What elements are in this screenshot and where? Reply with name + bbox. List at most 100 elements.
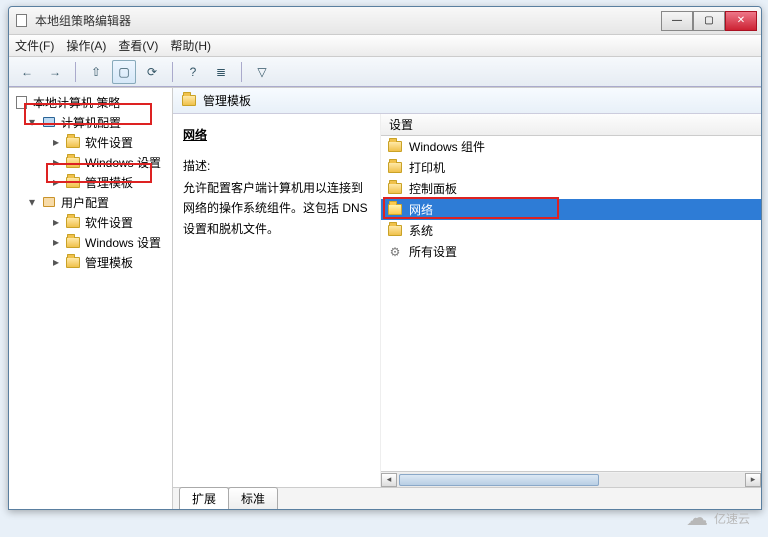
scroll-right-button[interactable]: ▸ bbox=[745, 473, 761, 487]
toolbar-separator bbox=[172, 62, 173, 82]
folder-icon bbox=[65, 154, 81, 170]
list-item-label: 控制面板 bbox=[409, 180, 457, 197]
folder-icon bbox=[65, 134, 81, 150]
folder-icon bbox=[65, 214, 81, 230]
toolbar-separator bbox=[241, 62, 242, 82]
list-item-label: 所有设置 bbox=[409, 243, 457, 260]
properties-button[interactable]: ▢ bbox=[112, 60, 136, 84]
tree-label: 计算机配置 bbox=[61, 114, 121, 131]
watermark: ☁ 亿速云 bbox=[686, 505, 750, 531]
list-item[interactable]: 系统 bbox=[381, 220, 761, 241]
list-item-label: 网络 bbox=[409, 201, 433, 218]
expand-icon[interactable]: ▸ bbox=[51, 155, 61, 169]
window-title: 本地组策略编辑器 bbox=[35, 12, 661, 29]
tree-software-settings[interactable]: ▸ 软件设置 bbox=[11, 132, 170, 152]
tree-user-admin[interactable]: ▸ 管理模板 bbox=[11, 252, 170, 272]
main-pane: 管理模板 网络 描述: 允许配置客户端计算机用以连接到网络的操作系统组件。这包括… bbox=[173, 88, 761, 509]
tree-user-software[interactable]: ▸ 软件设置 bbox=[11, 212, 170, 232]
tree-computer-config[interactable]: ▾ 计算机配置 bbox=[11, 112, 170, 132]
collapse-icon[interactable]: ▾ bbox=[27, 195, 37, 209]
tree-label: 软件设置 bbox=[85, 214, 133, 231]
tree-label: 管理模板 bbox=[85, 254, 133, 271]
menubar: 文件(F) 操作(A) 查看(V) 帮助(H) bbox=[9, 35, 761, 57]
horizontal-scrollbar[interactable]: ◂ ▸ bbox=[381, 471, 761, 487]
folder-icon bbox=[387, 139, 403, 155]
toolbar-separator bbox=[75, 62, 76, 82]
tree-label: 管理模板 bbox=[85, 174, 133, 191]
view-tabs: 扩展 标准 bbox=[173, 487, 761, 509]
back-button[interactable]: ← bbox=[15, 60, 39, 84]
column-header: 设置 bbox=[389, 116, 413, 133]
collapse-icon[interactable]: ▾ bbox=[27, 115, 37, 129]
list-button[interactable]: ≣ bbox=[209, 60, 233, 84]
expand-icon[interactable]: ▸ bbox=[51, 255, 61, 269]
policy-icon bbox=[13, 94, 29, 110]
description-label: 描述: bbox=[183, 157, 370, 174]
close-button[interactable]: ✕ bbox=[725, 11, 757, 31]
description-text: 允许配置客户端计算机用以连接到网络的操作系统组件。这包括 DNS 设置和脱机文件… bbox=[183, 178, 370, 239]
maximize-button[interactable]: ▢ bbox=[693, 11, 725, 31]
refresh-icon: ⟳ bbox=[147, 65, 157, 79]
folder-icon bbox=[65, 234, 81, 250]
refresh-button[interactable]: ⟳ bbox=[140, 60, 164, 84]
tree-root[interactable]: 本地计算机 策略 bbox=[11, 92, 170, 112]
tree-admin-templates[interactable]: ▸ 管理模板 bbox=[11, 172, 170, 192]
folder-icon bbox=[387, 202, 403, 218]
tree-label: Windows 设置 bbox=[85, 154, 161, 171]
menu-action[interactable]: 操作(A) bbox=[66, 37, 106, 54]
app-window: 本地组策略编辑器 — ▢ ✕ 文件(F) 操作(A) 查看(V) 帮助(H) ←… bbox=[8, 6, 762, 510]
tree-windows-settings[interactable]: ▸ Windows 设置 bbox=[11, 152, 170, 172]
up-button[interactable]: ⇧ bbox=[84, 60, 108, 84]
computer-icon bbox=[41, 114, 57, 130]
expand-icon[interactable]: ▸ bbox=[51, 215, 61, 229]
content: 网络 描述: 允许配置客户端计算机用以连接到网络的操作系统组件。这包括 DNS … bbox=[173, 114, 761, 487]
scroll-left-button[interactable]: ◂ bbox=[381, 473, 397, 487]
arrow-left-icon: ← bbox=[21, 65, 33, 79]
menu-file[interactable]: 文件(F) bbox=[15, 37, 54, 54]
help-icon: ? bbox=[190, 65, 197, 79]
tree-pane: 本地计算机 策略 ▾ 计算机配置 ▸ 软件设置 ▸ Windows 设置 ▸ 管… bbox=[9, 88, 173, 509]
help-button[interactable]: ? bbox=[181, 60, 205, 84]
folder-icon bbox=[387, 223, 403, 239]
body: 本地计算机 策略 ▾ 计算机配置 ▸ 软件设置 ▸ Windows 设置 ▸ 管… bbox=[9, 87, 761, 509]
folder-icon bbox=[387, 160, 403, 176]
list-item[interactable]: Windows 组件 bbox=[381, 136, 761, 157]
arrow-right-icon: → bbox=[49, 65, 61, 79]
tab-standard[interactable]: 标准 bbox=[228, 487, 278, 509]
tree-user-config[interactable]: ▾ 用户配置 bbox=[11, 192, 170, 212]
watermark-text: 亿速云 bbox=[714, 510, 750, 527]
toolbar: ← → ⇧ ▢ ⟳ ? ≣ ▽ bbox=[9, 57, 761, 87]
expand-icon[interactable]: ▸ bbox=[51, 175, 61, 189]
expand-icon[interactable]: ▸ bbox=[51, 135, 61, 149]
up-icon: ⇧ bbox=[91, 65, 101, 79]
cloud-icon: ☁ bbox=[686, 505, 708, 531]
minimize-button[interactable]: — bbox=[661, 11, 693, 31]
filter-icon: ▽ bbox=[257, 65, 266, 79]
tree-user-windows[interactable]: ▸ Windows 设置 bbox=[11, 232, 170, 252]
app-icon bbox=[13, 13, 29, 29]
list-item[interactable]: 控制面板 bbox=[381, 178, 761, 199]
description-pane: 网络 描述: 允许配置客户端计算机用以连接到网络的操作系统组件。这包括 DNS … bbox=[173, 114, 381, 487]
list-item[interactable]: 网络 bbox=[381, 199, 761, 220]
scroll-track[interactable] bbox=[397, 473, 745, 487]
tree-label: 本地计算机 策略 bbox=[33, 94, 120, 111]
folder-icon bbox=[181, 93, 197, 109]
forward-button[interactable]: → bbox=[43, 60, 67, 84]
list-item[interactable]: ⚙ 所有设置 bbox=[381, 241, 761, 262]
expand-icon[interactable]: ▸ bbox=[51, 235, 61, 249]
breadcrumb: 管理模板 bbox=[173, 88, 761, 114]
list-item-label: Windows 组件 bbox=[409, 138, 485, 155]
settings-icon: ⚙ bbox=[387, 244, 403, 260]
menu-view[interactable]: 查看(V) bbox=[118, 37, 158, 54]
properties-icon: ▢ bbox=[118, 65, 129, 79]
list-header[interactable]: 设置 bbox=[381, 114, 761, 136]
tab-extended[interactable]: 扩展 bbox=[179, 487, 229, 509]
filter-button[interactable]: ▽ bbox=[250, 60, 274, 84]
scroll-thumb[interactable] bbox=[399, 474, 599, 486]
titlebar: 本地组策略编辑器 — ▢ ✕ bbox=[9, 7, 761, 35]
tree-label: 软件设置 bbox=[85, 134, 133, 151]
tree-label: Windows 设置 bbox=[85, 234, 161, 251]
list-item[interactable]: 打印机 bbox=[381, 157, 761, 178]
menu-help[interactable]: 帮助(H) bbox=[170, 37, 211, 54]
list-item-label: 打印机 bbox=[409, 159, 445, 176]
